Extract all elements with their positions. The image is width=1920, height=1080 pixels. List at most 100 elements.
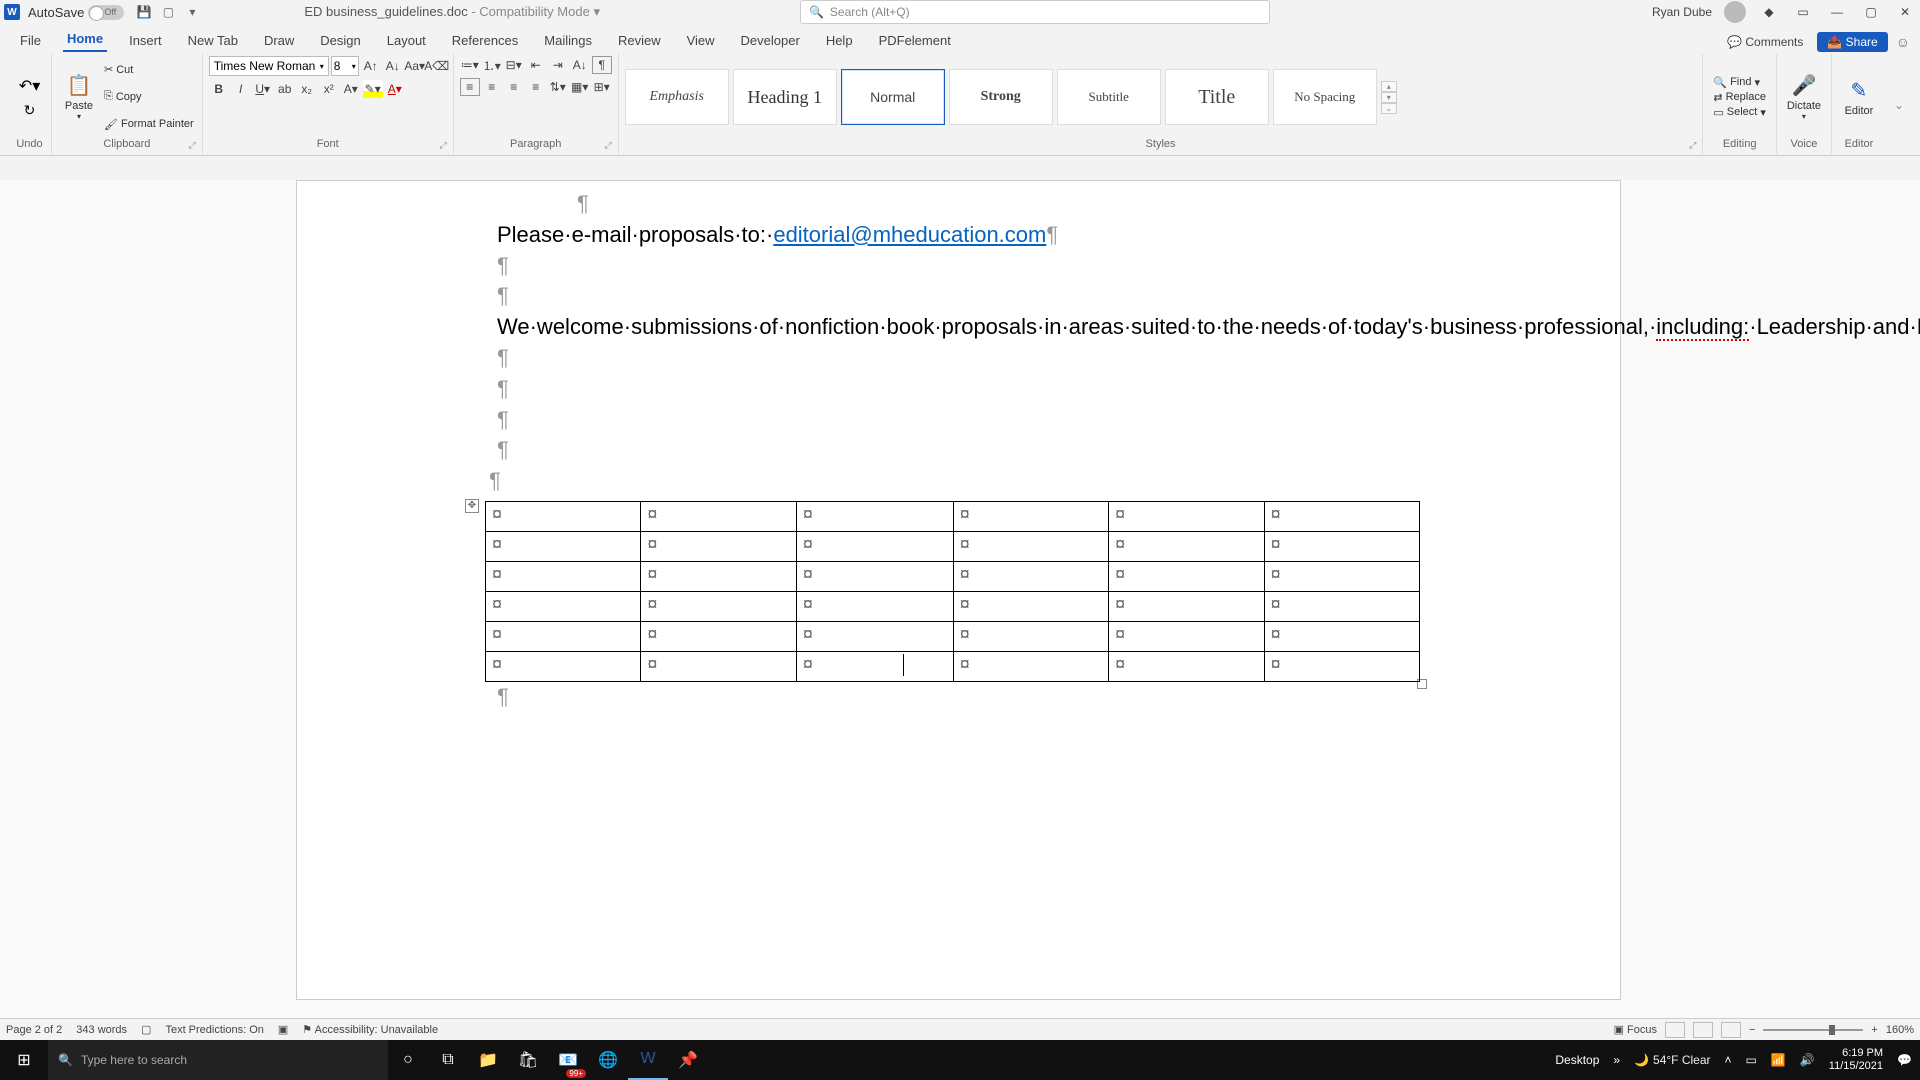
font-name-combo[interactable]: Times New Roman▾ [209, 56, 329, 76]
cut-button[interactable]: ✂Cut [104, 63, 194, 76]
find-button[interactable]: 🔍Find ▾ [1713, 76, 1766, 89]
tab-layout[interactable]: Layout [383, 29, 430, 52]
overflow-icon[interactable]: » [1613, 1053, 1620, 1067]
styles-more-icon[interactable]: ⌄ [1381, 103, 1397, 114]
document-table[interactable]: ¤¤¤¤¤¤ ¤¤¤¤¤¤ ¤¤¤¤¤¤ ¤¤¤¤¤¤ ¤¤¤¤¤¤ ¤¤¤¤¤… [485, 501, 1420, 682]
mail-icon[interactable]: 📧99+ [548, 1040, 588, 1080]
cortana-icon[interactable]: ○ [388, 1040, 428, 1080]
table-row[interactable]: ¤¤¤¤¤¤ [486, 621, 1420, 651]
maximize-button[interactable]: ▢ [1860, 1, 1882, 23]
wifi-icon[interactable]: 📶 [1771, 1053, 1786, 1067]
styles-gallery[interactable]: Emphasis Heading 1 Normal Strong Subtitl… [625, 56, 1697, 138]
volume-icon[interactable]: 🔊 [1800, 1053, 1815, 1067]
tab-mailings[interactable]: Mailings [540, 29, 596, 52]
tab-draw[interactable]: Draw [260, 29, 298, 52]
spell-check-icon[interactable]: ▢ [141, 1023, 151, 1036]
paste-button[interactable]: 📋 Paste▾ [58, 56, 100, 138]
save-icon[interactable]: 💾 [135, 3, 153, 21]
font-color-button[interactable]: A▾ [385, 80, 405, 98]
tab-insert[interactable]: Insert [125, 29, 166, 52]
strike-button[interactable]: ab [275, 80, 295, 98]
shading-button[interactable]: ▦▾ [570, 78, 590, 96]
multilevel-button[interactable]: ⊟▾ [504, 56, 524, 74]
tab-help[interactable]: Help [822, 29, 857, 52]
battery-icon[interactable]: ▭ [1746, 1053, 1757, 1067]
qat-customize-icon[interactable]: ▾ [183, 3, 201, 21]
styles-launcher-icon[interactable]: ⤢ [1689, 140, 1696, 151]
collapse-ribbon-icon[interactable]: ⌄ [1886, 54, 1912, 155]
desktop-button[interactable]: Desktop [1555, 1053, 1599, 1067]
zoom-in-button[interactable]: + [1871, 1024, 1877, 1036]
tab-newtab[interactable]: New Tab [184, 29, 242, 52]
zoom-level[interactable]: 160% [1886, 1024, 1914, 1036]
style-nospacing[interactable]: No Spacing [1273, 69, 1377, 125]
clear-formatting-button[interactable]: A⌫ [427, 57, 447, 75]
app-icon[interactable]: 📌 [668, 1040, 708, 1080]
style-subtitle[interactable]: Subtitle [1057, 69, 1161, 125]
notifications-icon[interactable]: 💬 [1897, 1053, 1912, 1067]
table-row[interactable]: ¤¤¤¤¤¤ [486, 501, 1420, 531]
indent-increase-button[interactable]: ⇥ [548, 56, 568, 74]
italic-button[interactable]: I [231, 80, 251, 98]
editor-button[interactable]: ✎ Editor [1838, 56, 1880, 138]
taskbar-search[interactable]: 🔍 Type here to search [48, 1040, 388, 1080]
email-link[interactable]: editorial@mheducation.com [773, 222, 1046, 247]
align-left-button[interactable]: ≡ [460, 78, 480, 96]
tab-home[interactable]: Home [63, 27, 107, 52]
chrome-icon[interactable]: 🌐 [588, 1040, 628, 1080]
comments-button[interactable]: 💬 Comments [1721, 33, 1809, 51]
align-center-button[interactable]: ≡ [482, 78, 502, 96]
superscript-button[interactable]: x² [319, 80, 339, 98]
redo-button[interactable]: ↻ [24, 102, 36, 119]
dictate-button[interactable]: 🎤 Dictate▾ [1783, 56, 1825, 138]
select-button[interactable]: ▭Select ▾ [1713, 106, 1766, 119]
sort-button[interactable]: A↓ [570, 56, 590, 74]
line-spacing-button[interactable]: ⇅▾ [548, 78, 568, 96]
table-row[interactable]: ¤¤¤¤¤¤ [486, 531, 1420, 561]
upcoming-icon[interactable]: ◆ [1758, 1, 1780, 23]
font-launcher-icon[interactable]: ⤢ [440, 140, 447, 151]
avatar[interactable] [1724, 1, 1746, 23]
bullets-button[interactable]: ≔▾ [460, 56, 480, 74]
print-layout-button[interactable] [1693, 1022, 1713, 1038]
file-explorer-icon[interactable]: 📁 [468, 1040, 508, 1080]
document-page[interactable]: ¶ Please·e-mail·proposals·to:·editorial@… [296, 180, 1621, 1000]
zoom-out-button[interactable]: − [1749, 1024, 1755, 1036]
qat-unknown-icon[interactable]: ▢ [159, 3, 177, 21]
tab-pdfelement[interactable]: PDFelement [875, 29, 955, 52]
justify-button[interactable]: ≡ [526, 78, 546, 96]
style-strong[interactable]: Strong [949, 69, 1053, 125]
tab-view[interactable]: View [683, 29, 719, 52]
task-view-icon[interactable]: ⧉ [428, 1040, 468, 1080]
shrink-font-button[interactable]: A↓ [383, 57, 403, 75]
copy-button[interactable]: ⎘Copy [104, 90, 194, 103]
underline-button[interactable]: U▾ [253, 80, 273, 98]
indent-decrease-button[interactable]: ⇤ [526, 56, 546, 74]
feedback-icon[interactable]: ☺ [1896, 34, 1910, 50]
clipboard-launcher-icon[interactable]: ⤢ [189, 140, 196, 151]
text-predictions[interactable]: Text Predictions: On [165, 1024, 263, 1036]
tab-design[interactable]: Design [316, 29, 364, 52]
document-area[interactable]: ¶ Please·e-mail·proposals·to:·editorial@… [0, 180, 1920, 1054]
table-row[interactable]: ¤¤¤¤¤¤ [486, 651, 1420, 681]
web-layout-button[interactable] [1721, 1022, 1741, 1038]
focus-mode-button[interactable]: ▣ Focus [1614, 1023, 1657, 1036]
tab-file[interactable]: File [16, 29, 45, 52]
table-move-handle-icon[interactable]: ✥ [465, 499, 479, 513]
macro-icon[interactable]: ▣ [278, 1023, 288, 1036]
table-row[interactable]: ¤¤¤¤¤¤ [486, 591, 1420, 621]
page-indicator[interactable]: Page 2 of 2 [6, 1024, 62, 1036]
style-emphasis[interactable]: Emphasis [625, 69, 729, 125]
style-normal[interactable]: Normal [841, 69, 945, 125]
ribbon-display-icon[interactable]: ▭ [1792, 1, 1814, 23]
font-size-combo[interactable]: 8▾ [331, 56, 359, 76]
minimize-button[interactable]: — [1826, 1, 1848, 23]
tab-review[interactable]: Review [614, 29, 665, 52]
paragraph-launcher-icon[interactable]: ⤢ [605, 140, 612, 151]
borders-button[interactable]: ⊞▾ [592, 78, 612, 96]
text-effects-button[interactable]: A▾ [341, 80, 361, 98]
subscript-button[interactable]: x₂ [297, 80, 317, 98]
style-heading1[interactable]: Heading 1 [733, 69, 837, 125]
search-input[interactable]: 🔍 Search (Alt+Q) [800, 0, 1270, 24]
share-button[interactable]: 📤 Share [1817, 32, 1887, 52]
